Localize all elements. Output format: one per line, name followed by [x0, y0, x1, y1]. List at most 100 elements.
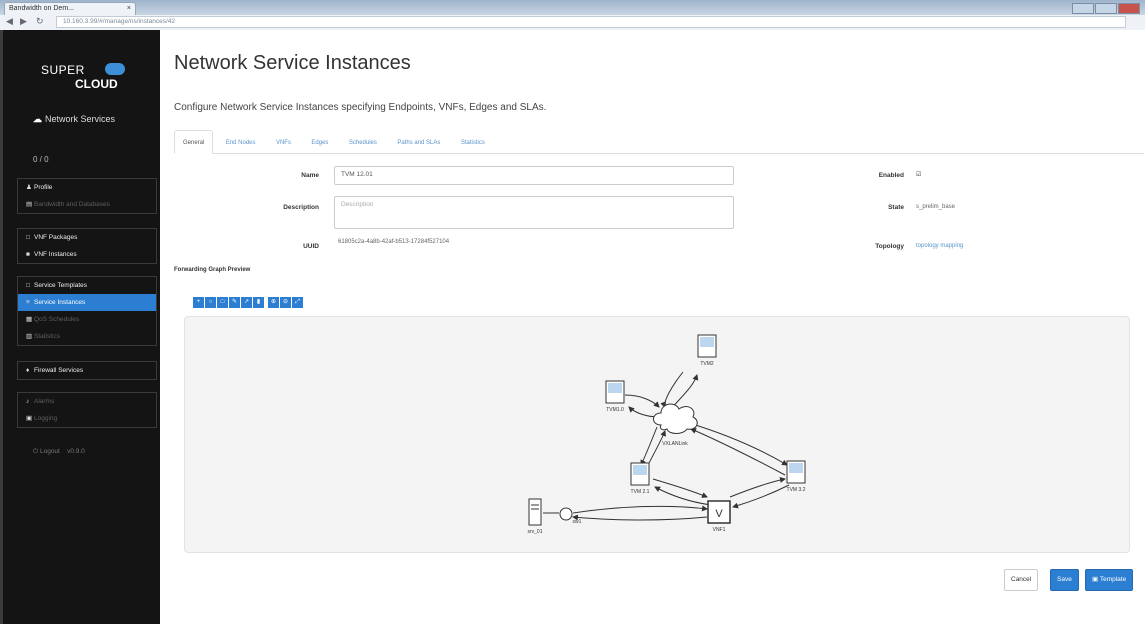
tab-statistics[interactable]: Statistics: [453, 131, 493, 155]
graph-node-label: TVM2: [700, 361, 714, 367]
graph-node-label: sw1: [573, 519, 582, 525]
sidebar-item-statistics[interactable]: ▥ Statistics: [18, 328, 156, 345]
graph-node-server[interactable]: srv_01: [527, 498, 543, 535]
zoom-out-icon[interactable]: ⊖: [280, 297, 291, 308]
sidebar-item-qos-schedules[interactable]: ▦ QoS Schedules: [18, 311, 156, 328]
address-bar: ◀ ▶ ↻ 10.160.3.99/#/manage/ns/instances/…: [0, 15, 1145, 30]
name-input[interactable]: TVM 12.01: [334, 166, 734, 185]
sidebar-item-bandwidth[interactable]: ▤ Bandwidth and Databases: [18, 196, 156, 213]
calendar-icon: ▦: [26, 316, 33, 323]
graph-node-vm-top[interactable]: TVM2: [697, 334, 717, 367]
logout-link[interactable]: Logout: [40, 448, 60, 455]
circle-icon[interactable]: ○: [205, 297, 216, 308]
user-info: 0 / 0: [33, 155, 49, 164]
window-controls: [1071, 1, 1141, 14]
reload-icon[interactable]: ↻: [36, 16, 44, 27]
sidebar-group-firewall: ♦ Firewall Services: [17, 361, 157, 380]
graph-edge: [624, 394, 660, 408]
sidebar-group-profile: ♟ Profile ▤ Bandwidth and Databases: [17, 178, 157, 214]
tab-end-nodes[interactable]: End Nodes: [218, 131, 264, 155]
graph-toolbar: + ○ □ ✎ ↗ ▮ ⊕ ⊖ ⤢: [193, 290, 304, 308]
graph-title: Forwarding Graph Preview: [174, 267, 251, 273]
maximize-icon[interactable]: [1095, 3, 1117, 14]
page-subtitle: Configure Network Service Instances spec…: [174, 102, 547, 113]
package-icon: □: [26, 234, 30, 241]
sidebar-item-alarms[interactable]: ♪ Alarms: [18, 393, 156, 410]
tab-bar: General End Nodes VNFs Edges Schedules P…: [174, 130, 1144, 154]
link-icon[interactable]: ↗: [241, 297, 252, 308]
fit-icon[interactable]: ⤢: [292, 297, 303, 308]
tab-paths-slas[interactable]: Paths and SLAs: [389, 131, 448, 155]
graph-node-label: TVM 2.1: [631, 489, 650, 495]
template-icon: □: [26, 282, 30, 289]
sidebar-item-label: Alarms: [34, 398, 55, 405]
graph-edge: [572, 514, 708, 521]
back-icon[interactable]: ◀: [6, 16, 13, 27]
trash-icon[interactable]: ▮: [253, 297, 264, 308]
browser-tab[interactable]: Bandwidth on Dem... ×: [4, 2, 136, 15]
graph-node-label: TVM1.0: [606, 407, 624, 413]
logo-text-1: SUPER: [41, 63, 85, 77]
graph-node-vm-right[interactable]: TVM 3.2: [786, 460, 806, 493]
browser-chrome: Bandwidth on Dem... × ◀ ▶ ↻ 10.160.3.99/…: [0, 0, 1145, 30]
sidebar-item-vnf-packages[interactable]: □ VNF Packages: [18, 229, 156, 246]
graph-edge: [690, 428, 786, 476]
state-label: State: [888, 204, 904, 211]
graph-node-vm-left[interactable]: TVM1.0: [605, 380, 625, 413]
graph-node-vnf[interactable]: V VNF1: [707, 500, 731, 533]
edit-icon[interactable]: ✎: [229, 297, 240, 308]
sidebar-item-firewall[interactable]: ♦ Firewall Services: [18, 362, 156, 379]
uuid-value: 61805c2a-4a8b-42af-b513-17284f527104: [338, 239, 450, 245]
sidebar-item-label: Bandwidth and Databases: [34, 201, 110, 208]
tab-schedules[interactable]: Schedules: [341, 131, 385, 155]
graph-node-label: TVM 3.2: [787, 487, 806, 493]
uuid-label: UUID: [303, 243, 319, 250]
plus-icon[interactable]: +: [193, 297, 204, 308]
sidebar-item-label: Service Instances: [34, 299, 86, 306]
logout-area: ⏻ Logout v0.9.0: [33, 448, 85, 456]
close-icon[interactable]: ×: [127, 3, 131, 14]
sidebar-item-service-templates[interactable]: □ Service Templates: [18, 277, 156, 294]
minimize-icon[interactable]: [1072, 3, 1094, 14]
save-button[interactable]: Save: [1050, 569, 1079, 591]
enabled-checkbox[interactable]: ☑: [916, 171, 921, 178]
description-input[interactable]: Description: [334, 196, 734, 229]
chart-icon: ▤: [26, 201, 33, 208]
description-label: Description: [283, 204, 319, 211]
square-icon[interactable]: □: [217, 297, 228, 308]
version-label: v0.9.0: [67, 448, 85, 455]
sidebar-section-title: ☁ Network Services: [33, 114, 115, 125]
sidebar-item-label: Logging: [34, 415, 58, 422]
network-icon: ☁: [33, 114, 42, 124]
zoom-in-icon[interactable]: ⊕: [268, 297, 279, 308]
list-icon: ≡: [26, 299, 30, 306]
sidebar-item-label: Firewall Services: [34, 367, 84, 374]
sidebar-item-vnf-instances[interactable]: ■ VNF Instances: [18, 246, 156, 263]
template-button[interactable]: ▣ Template: [1085, 569, 1134, 591]
graph-edge: [670, 374, 699, 410]
graph-canvas[interactable]: TVM2 TVM1.0 VXLANLink TVM 2.1 TVM 3.2 V …: [184, 316, 1130, 553]
url-input[interactable]: 10.160.3.99/#/manage/ns/instances/42: [56, 16, 1126, 28]
graph-node-vm-mid[interactable]: TVM 2.1: [630, 462, 650, 495]
sidebar-item-profile[interactable]: ♟ Profile: [18, 179, 156, 196]
graph-edge: [729, 477, 786, 498]
tab-vnfs[interactable]: VNFs: [268, 131, 299, 155]
sidebar-item-logging[interactable]: ▣ Logging: [18, 410, 156, 427]
forward-icon[interactable]: ▶: [20, 16, 27, 27]
tab-edges[interactable]: Edges: [303, 131, 336, 155]
tab-general[interactable]: General: [174, 130, 214, 154]
graph-edge: [646, 430, 666, 468]
sidebar-group-monitoring: ♪ Alarms ▣ Logging: [17, 392, 157, 428]
close-window-icon[interactable]: [1118, 3, 1140, 14]
topology-link[interactable]: topology mapping: [916, 243, 963, 249]
stats-icon: ▥: [26, 333, 33, 340]
topology-label: Topology: [875, 243, 904, 250]
graph-node-switch[interactable]: sw1: [559, 507, 582, 525]
cancel-button[interactable]: Cancel: [1004, 569, 1039, 591]
sidebar-item-label: QoS Schedules: [34, 316, 80, 323]
name-label: Name: [301, 172, 319, 179]
user-icon: ♟: [26, 184, 32, 191]
browser-tab-title: Bandwidth on Dem...: [9, 5, 74, 12]
sidebar-item-service-instances[interactable]: ≡ Service Instances: [18, 294, 156, 311]
page-title: Network Service Instances: [174, 52, 411, 74]
